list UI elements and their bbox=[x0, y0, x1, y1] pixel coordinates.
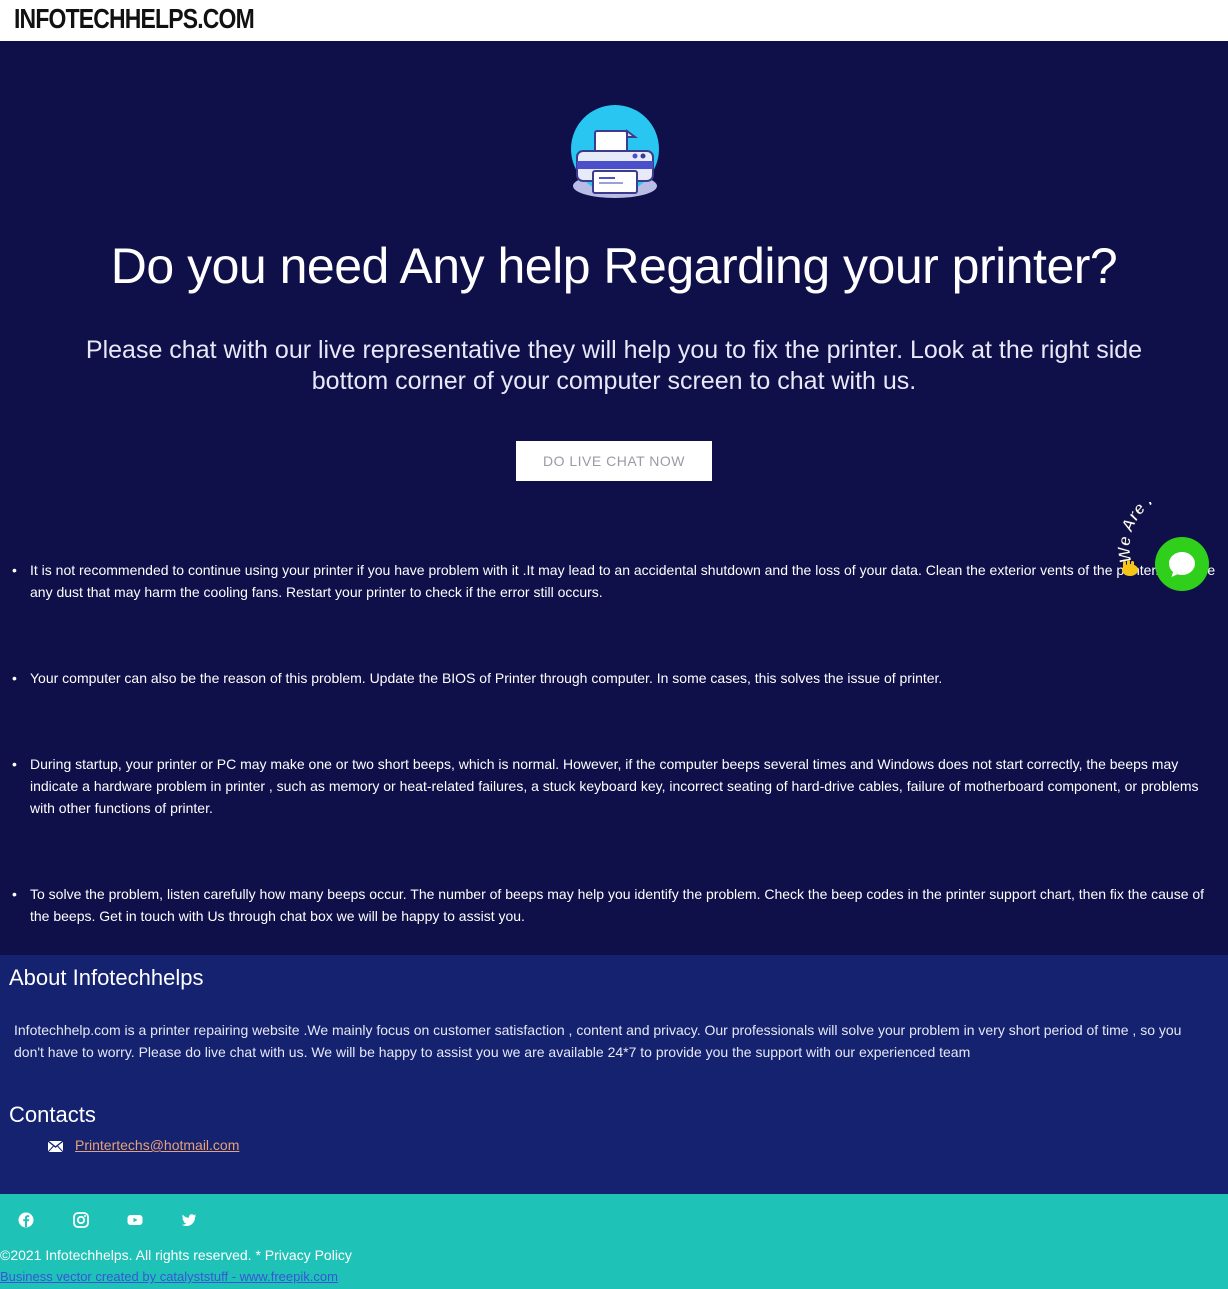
tip-item: During startup, your printer or PC may m… bbox=[12, 753, 1225, 819]
twitter-icon[interactable] bbox=[181, 1212, 197, 1228]
chat-launcher-button[interactable] bbox=[1155, 537, 1209, 591]
about-title: About Infotechhelps bbox=[9, 965, 204, 990]
tip-item: To solve the problem, listen carefully h… bbox=[12, 883, 1225, 927]
page-headline: Do you need Any help Regarding your prin… bbox=[110, 238, 1118, 294]
contact-email-link[interactable]: Printertechs@hotmail.com bbox=[75, 1137, 239, 1153]
contacts-title: Contacts bbox=[9, 1102, 96, 1127]
footer: ©2021 Infotechhelps. All rights reserved… bbox=[0, 1194, 1228, 1289]
hero-section: Do you need Any help Regarding your prin… bbox=[0, 41, 1228, 955]
waving-hand-icon bbox=[1122, 560, 1138, 576]
top-bar: INFOTECHHELPS.COM bbox=[0, 0, 1228, 41]
instagram-icon[interactable] bbox=[73, 1212, 89, 1228]
youtube-icon[interactable] bbox=[127, 1212, 143, 1228]
envelope-icon bbox=[48, 1141, 63, 1152]
facebook-icon[interactable] bbox=[18, 1212, 34, 1228]
chat-bubble-icon bbox=[1169, 552, 1195, 577]
printer-icon bbox=[571, 105, 659, 198]
page-subheading: Please chat with our live representative… bbox=[85, 336, 1143, 395]
freepik-credit-link[interactable]: Business vector created by catalyststuff… bbox=[0, 1269, 338, 1284]
tip-item: It is not recommended to continue using … bbox=[12, 559, 1225, 603]
tip-item: Your computer can also be the reason of … bbox=[12, 667, 1225, 689]
site-logo[interactable]: INFOTECHHELPS.COM bbox=[14, 3, 255, 35]
about-text: Infotechhelp.com is a printer repairing … bbox=[14, 1022, 1182, 1060]
live-chat-button[interactable]: DO LIVE CHAT NOW bbox=[516, 441, 712, 481]
about-section: About Infotechhelps Infotechhelp.com is … bbox=[0, 955, 1228, 1194]
copyright-text: ©2021 Infotechhelps. All rights reserved… bbox=[0, 1247, 352, 1263]
